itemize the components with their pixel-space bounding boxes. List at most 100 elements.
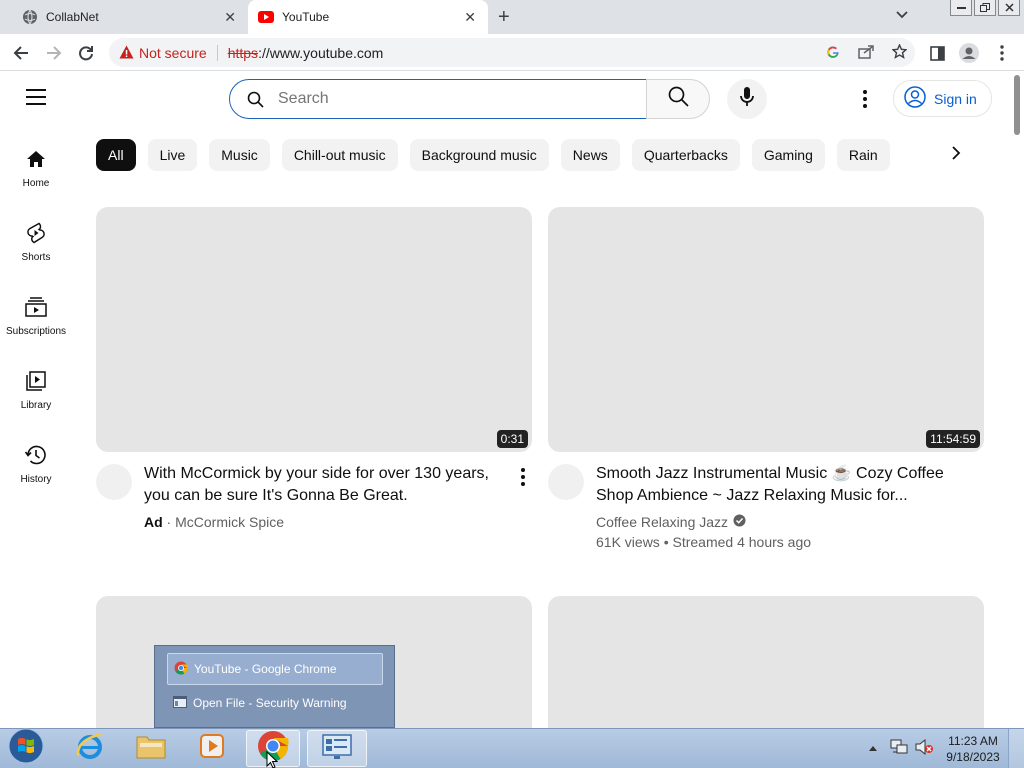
new-tab-button[interactable]: + [498, 6, 510, 28]
search-input[interactable] [278, 90, 618, 108]
shorts-icon [26, 220, 46, 246]
window-controls [950, 0, 1020, 16]
forward-button[interactable] [43, 42, 65, 64]
video-thumbnail[interactable] [548, 207, 984, 452]
warning-icon[interactable] [119, 45, 134, 62]
side-panel-icon[interactable] [926, 42, 948, 64]
channel-avatar[interactable] [96, 464, 132, 500]
google-icon[interactable] [826, 45, 840, 62]
chip[interactable]: News [560, 139, 620, 171]
window-item-youtube[interactable]: YouTube - Google Chrome [167, 653, 383, 685]
close-tab-icon[interactable]: ✕ [464, 9, 476, 25]
taskbar-media-player[interactable] [185, 730, 239, 767]
volume-muted-icon[interactable] [914, 738, 934, 758]
video-title-line: With McCormick by your side for over 130… [144, 465, 489, 482]
page-scrollbar[interactable] [1011, 71, 1024, 728]
search-button[interactable] [646, 79, 710, 119]
subscriptions-icon [25, 294, 47, 320]
video-more-icon[interactable] [515, 468, 531, 486]
security-label[interactable]: Not secure [139, 45, 207, 61]
media-player-icon [198, 732, 226, 765]
profile-avatar-icon[interactable] [958, 42, 980, 64]
voice-search-button[interactable] [727, 79, 767, 119]
chip[interactable]: Chill-out music [281, 139, 398, 171]
filter-chips: All Live Music Chill-out music Backgroun… [96, 139, 890, 171]
nav-shorts[interactable]: Shorts [0, 220, 72, 263]
chip[interactable]: Live [147, 139, 198, 171]
hamburger-menu-icon[interactable] [26, 89, 46, 105]
clock-time: 11:23 AM [948, 734, 998, 748]
duration-badge: 0:31 [496, 430, 528, 448]
browser-menu-icon[interactable] [991, 42, 1013, 64]
channel-avatar[interactable] [548, 464, 584, 500]
system-clock[interactable]: 11:23 AM 9/18/2023 [945, 733, 1001, 765]
network-icon[interactable] [890, 739, 908, 758]
minimize-button[interactable] [950, 0, 972, 16]
library-icon [26, 368, 46, 394]
tab-title: YouTube [282, 10, 330, 24]
windows-logo-icon [8, 728, 44, 768]
show-hidden-icons[interactable] [869, 740, 877, 754]
video-thumbnail[interactable] [548, 596, 984, 728]
show-desktop-button[interactable] [1008, 729, 1024, 768]
sign-in-button[interactable]: Sign in [893, 80, 992, 117]
restore-button[interactable] [974, 0, 996, 16]
video-title[interactable]: With McCormick by your side for over 130… [144, 463, 504, 507]
chips-next-button[interactable] [940, 139, 972, 171]
search-icon [668, 86, 689, 112]
close-window-button[interactable] [998, 0, 1020, 16]
chip[interactable]: Gaming [751, 139, 825, 171]
nav-library[interactable]: Library [0, 368, 72, 411]
youtube-icon [258, 9, 274, 25]
reload-button[interactable] [75, 42, 97, 64]
video-meta: Ad · McCormick Spice [144, 514, 285, 530]
scrollbar-thumb[interactable] [1014, 75, 1020, 135]
globe-icon [22, 9, 38, 25]
chip[interactable]: Background music [409, 139, 549, 171]
clock-date: 9/18/2023 [946, 750, 1000, 764]
back-button[interactable] [10, 42, 32, 64]
video-stats: 61K views • Streamed 4 hours ago [596, 534, 812, 550]
chip[interactable]: Music [209, 139, 270, 171]
taskbar-internet-explorer[interactable] [63, 730, 117, 767]
divider [216, 44, 218, 61]
window-item-label: YouTube - Google Chrome [194, 662, 337, 676]
share-icon[interactable] [858, 44, 874, 62]
video-title-line: Smooth Jazz Instrumental Music ☕ Cozy Co… [596, 465, 944, 482]
verified-icon [733, 512, 746, 532]
start-button[interactable] [6, 728, 46, 768]
channel-name[interactable]: McCormick Spice [175, 514, 284, 530]
video-title[interactable]: Smooth Jazz Instrumental Music ☕ Cozy Co… [596, 463, 966, 507]
taskbar-control-panel[interactable] [307, 730, 367, 767]
nav-history[interactable]: History [0, 442, 72, 485]
search-box[interactable] [229, 79, 647, 119]
nav-home[interactable]: Home [0, 146, 72, 189]
tab-collabnet[interactable]: CollabNet ✕ [8, 0, 248, 34]
tab-search-chevron-icon[interactable] [896, 8, 908, 22]
mouse-cursor-icon [266, 750, 279, 768]
taskbar-explorer[interactable] [124, 730, 178, 767]
home-icon [26, 146, 46, 172]
bookmark-star-icon[interactable] [891, 43, 908, 62]
folder-icon [135, 732, 167, 765]
sign-in-label: Sign in [934, 90, 977, 107]
nav-label: Library [20, 400, 52, 411]
close-tab-icon[interactable]: ✕ [224, 9, 236, 25]
chip[interactable]: All [96, 139, 136, 171]
nav-subscriptions[interactable]: Subscriptions [0, 294, 72, 337]
settings-more-icon[interactable] [855, 88, 875, 110]
address-bar[interactable]: Not secure https://www.youtube.com [109, 38, 915, 67]
control-panel-icon [321, 732, 353, 765]
channel-name[interactable]: Coffee Relaxing Jazz [596, 512, 728, 532]
nav-label: Home [22, 178, 50, 189]
window-item-security-warning[interactable]: Open File - Security Warning [167, 687, 383, 719]
chip[interactable]: Quarterbacks [631, 139, 740, 171]
channel-row: Coffee Relaxing Jazz [596, 512, 746, 532]
video-thumbnail[interactable] [96, 207, 532, 452]
video-title-line: you can be sure It's Gonna Be Great. [144, 487, 408, 504]
tab-youtube[interactable]: YouTube ✕ [248, 0, 488, 34]
ad-badge: Ad [144, 514, 163, 530]
nav-label: Subscriptions [5, 326, 67, 337]
url-host: ://www.youtube.com [258, 44, 384, 61]
chip[interactable]: Rain [836, 139, 890, 171]
